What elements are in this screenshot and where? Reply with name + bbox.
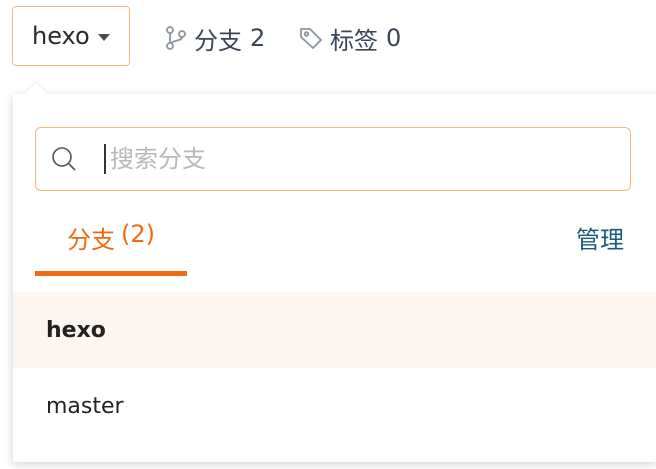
branches-label: 分支	[194, 26, 242, 55]
caret-down-icon	[97, 33, 110, 41]
branch-icon	[166, 26, 186, 50]
current-branch-label: hexo	[32, 22, 90, 50]
branches-count-link[interactable]: 分支 2	[164, 20, 265, 56]
tab-branches-count: (2)	[121, 220, 155, 248]
tags-label: 标签	[330, 26, 378, 55]
branch-select-button[interactable]: hexo	[12, 6, 130, 66]
manage-branches-link[interactable]: 管理	[576, 220, 624, 255]
search-icon	[50, 145, 78, 173]
branch-dropdown-panel: 分支 (2) 管理 hexo master	[13, 94, 656, 462]
branch-list: hexo master	[13, 292, 656, 444]
branches-count: 2	[250, 24, 266, 52]
tags-count-link[interactable]: 标签 0	[298, 20, 401, 56]
text-cursor	[104, 144, 106, 174]
tag-icon	[300, 28, 322, 49]
branch-search-box[interactable]	[35, 127, 631, 191]
branch-item-master[interactable]: master	[13, 368, 656, 444]
tab-branches-label: 分支	[67, 226, 115, 254]
branch-item-hexo[interactable]: hexo	[13, 292, 656, 368]
branch-search-input[interactable]	[108, 144, 592, 174]
repo-toolbar: hexo 分支 2 标签 0	[0, 0, 656, 80]
tags-count: 0	[386, 24, 402, 52]
tab-branches[interactable]: 分支 (2)	[35, 220, 187, 276]
